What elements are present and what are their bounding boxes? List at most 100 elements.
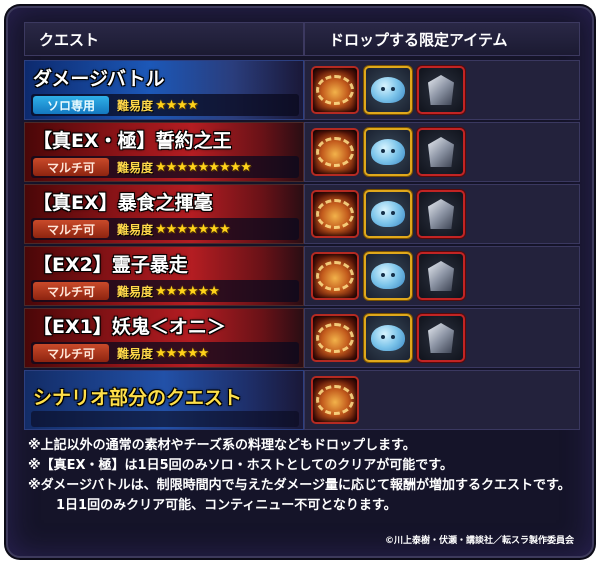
- star-icon: ★: [176, 345, 188, 361]
- slime-icon[interactable]: [364, 314, 412, 362]
- dish-ring-decor: [316, 137, 354, 167]
- dish-icon[interactable]: [311, 376, 359, 424]
- drop-cell: [304, 308, 580, 368]
- star-icon: ★: [186, 345, 199, 361]
- header-drops: ドロップする限定アイテム: [304, 22, 580, 56]
- drop-cell: [304, 184, 580, 244]
- drop-cell: [304, 246, 580, 306]
- star-icon: ★: [176, 159, 188, 175]
- star-icon: ★: [155, 221, 167, 237]
- dish-ring-decor: [316, 323, 354, 353]
- armor-piece: [428, 75, 454, 105]
- quest-cell[interactable]: 【真EX】暴食之揮毫マルチ可 難易度 ★★★★★★★: [24, 184, 304, 244]
- star-icon: ★: [197, 283, 210, 299]
- dish-icon[interactable]: [311, 314, 359, 362]
- dish-icon[interactable]: [311, 128, 359, 176]
- star-icon: ★: [176, 97, 188, 113]
- note-2: ※【真EX・極】は1日5回のみソロ・ホストとしてのクリアが可能です。: [28, 458, 453, 473]
- star-icon: ★: [165, 283, 178, 299]
- star-icon: ★: [155, 283, 167, 299]
- slime-body: [371, 263, 405, 289]
- quest-row: 【真EX】暴食之揮毫マルチ可 難易度 ★★★★★★★: [24, 184, 580, 244]
- star-icon: ★: [165, 159, 178, 175]
- notes: ※上記以外の通常の素材やチーズ系の料理などもドロップします。 ※【真EX・極】は…: [28, 436, 588, 516]
- star-icon: ★: [176, 283, 188, 299]
- slime-icon[interactable]: [364, 252, 412, 300]
- quest-row: ダメージバトルソロ専用 難易度 ★★★★: [24, 60, 580, 120]
- scenario-title: シナリオ部分のクエスト: [33, 387, 243, 409]
- star-icon: ★: [229, 159, 242, 175]
- play-mode-badge: マルチ可: [33, 344, 109, 362]
- quest-row: 【EX2】霊子暴走 マルチ可 難易度 ★★★★★★: [24, 246, 580, 306]
- slime-icon[interactable]: [364, 128, 412, 176]
- scenario-row: シナリオ部分のクエスト: [24, 370, 580, 430]
- drop-cell: [304, 370, 580, 430]
- armor-icon[interactable]: [417, 252, 465, 300]
- slime-body: [371, 325, 405, 351]
- quest-row: 【EX1】妖鬼＜オニ＞ マルチ可 難易度 ★★★★★: [24, 308, 580, 368]
- quest-cell[interactable]: 【EX1】妖鬼＜オニ＞ マルチ可 難易度 ★★★★★: [24, 308, 304, 368]
- star-icon: ★: [165, 221, 178, 237]
- armor-piece: [428, 323, 454, 353]
- quest-subline: マルチ可 難易度 ★★★★★★: [31, 280, 299, 302]
- table-header: クエスト ドロップする限定アイテム: [24, 22, 580, 56]
- quest-table: ダメージバトル ソロ専用 難易度 ★★★★ 【真EX・極】誓約之王 マルチ可 難易度 ★★★★…: [24, 60, 580, 432]
- star-icon: ★: [165, 345, 178, 361]
- armor-icon[interactable]: [417, 128, 465, 176]
- dish-icon[interactable]: [311, 252, 359, 300]
- armor-icon[interactable]: [417, 314, 465, 362]
- header-quest: クエスト: [24, 22, 304, 56]
- star-icon: ★: [186, 221, 199, 237]
- armor-icon[interactable]: [417, 190, 465, 238]
- drop-cell: [304, 60, 580, 120]
- quest-subline: マルチ可 難易度 ★★★★★★★: [31, 218, 299, 240]
- armor-icon[interactable]: [417, 66, 465, 114]
- difficulty-label: 難易度: [117, 160, 154, 175]
- quest-title: 【EX2】霊子暴走: [33, 254, 188, 276]
- difficulty-stars: ★★★★★★: [155, 283, 220, 299]
- star-icon: ★: [155, 97, 167, 113]
- quest-cell[interactable]: ダメージバトルソロ専用 難易度 ★★★★: [24, 60, 304, 120]
- dish-ring-decor: [316, 199, 354, 229]
- quest-subline: マルチ可 難易度 ★★★★★: [31, 342, 299, 364]
- quest-cell[interactable]: 【EX2】霊子暴走 マルチ可 難易度 ★★★★★★: [24, 246, 304, 306]
- play-mode-badge: マルチ可: [33, 158, 109, 176]
- star-icon: ★: [186, 283, 199, 299]
- play-mode-badge: ソロ専用: [33, 96, 109, 114]
- difficulty-label: 難易度: [117, 284, 154, 299]
- quest-title: 【真EX】暴食之揮毫: [33, 192, 213, 214]
- slime-icon[interactable]: [364, 190, 412, 238]
- note-1: ※上記以外の通常の素材やチーズ系の料理などもドロップします。: [28, 438, 416, 453]
- star-icon: ★: [165, 97, 178, 113]
- armor-piece: [428, 137, 454, 167]
- dish-ring-decor: [316, 261, 354, 291]
- dish-icon[interactable]: [311, 190, 359, 238]
- quest-subline: マルチ可 難易度 ★★★★★★★★★: [31, 156, 299, 178]
- difficulty-stars: ★★★★★★★: [155, 221, 231, 237]
- quest-title: ダメージバトル: [33, 68, 165, 90]
- play-mode-badge: マルチ可: [33, 282, 109, 300]
- armor-piece: [428, 199, 454, 229]
- drop-cell: [304, 122, 580, 182]
- scenario-subline: [31, 411, 299, 427]
- quest-drop-panel: クエスト ドロップする限定アイテム ダメージバトル ソロ専用 難易度 ★★★★ 【真EX…: [6, 6, 594, 558]
- difficulty-label: 難易度: [117, 98, 154, 113]
- dish-icon[interactable]: [311, 66, 359, 114]
- dish-ring-decor: [316, 385, 354, 415]
- star-icon: ★: [218, 159, 231, 175]
- note-4: 1日1回のみクリア可能、コンティニュー不可となります。: [56, 498, 397, 513]
- scenario-quest-cell[interactable]: シナリオ部分のクエスト: [24, 370, 304, 430]
- star-icon: ★: [240, 159, 252, 175]
- play-mode-badge: マルチ可: [33, 220, 109, 238]
- star-icon: ★: [155, 345, 167, 361]
- star-icon: ★: [208, 283, 220, 299]
- quest-cell[interactable]: 【真EX・極】誓約之王マルチ可 難易度 ★★★★★★★★★: [24, 122, 304, 182]
- slime-body: [371, 201, 405, 227]
- armor-piece: [428, 261, 454, 291]
- quest-subline: ソロ専用 難易度 ★★★★: [31, 94, 299, 116]
- star-icon: ★: [155, 159, 167, 175]
- note-3: ※ダメージバトルは、制限時間内で与えたダメージ量に応じて報酬が増加するクエストで…: [28, 478, 571, 493]
- quest-title: 【真EX・極】誓約之王: [33, 130, 232, 152]
- slime-icon[interactable]: [364, 66, 412, 114]
- star-icon: ★: [197, 159, 210, 175]
